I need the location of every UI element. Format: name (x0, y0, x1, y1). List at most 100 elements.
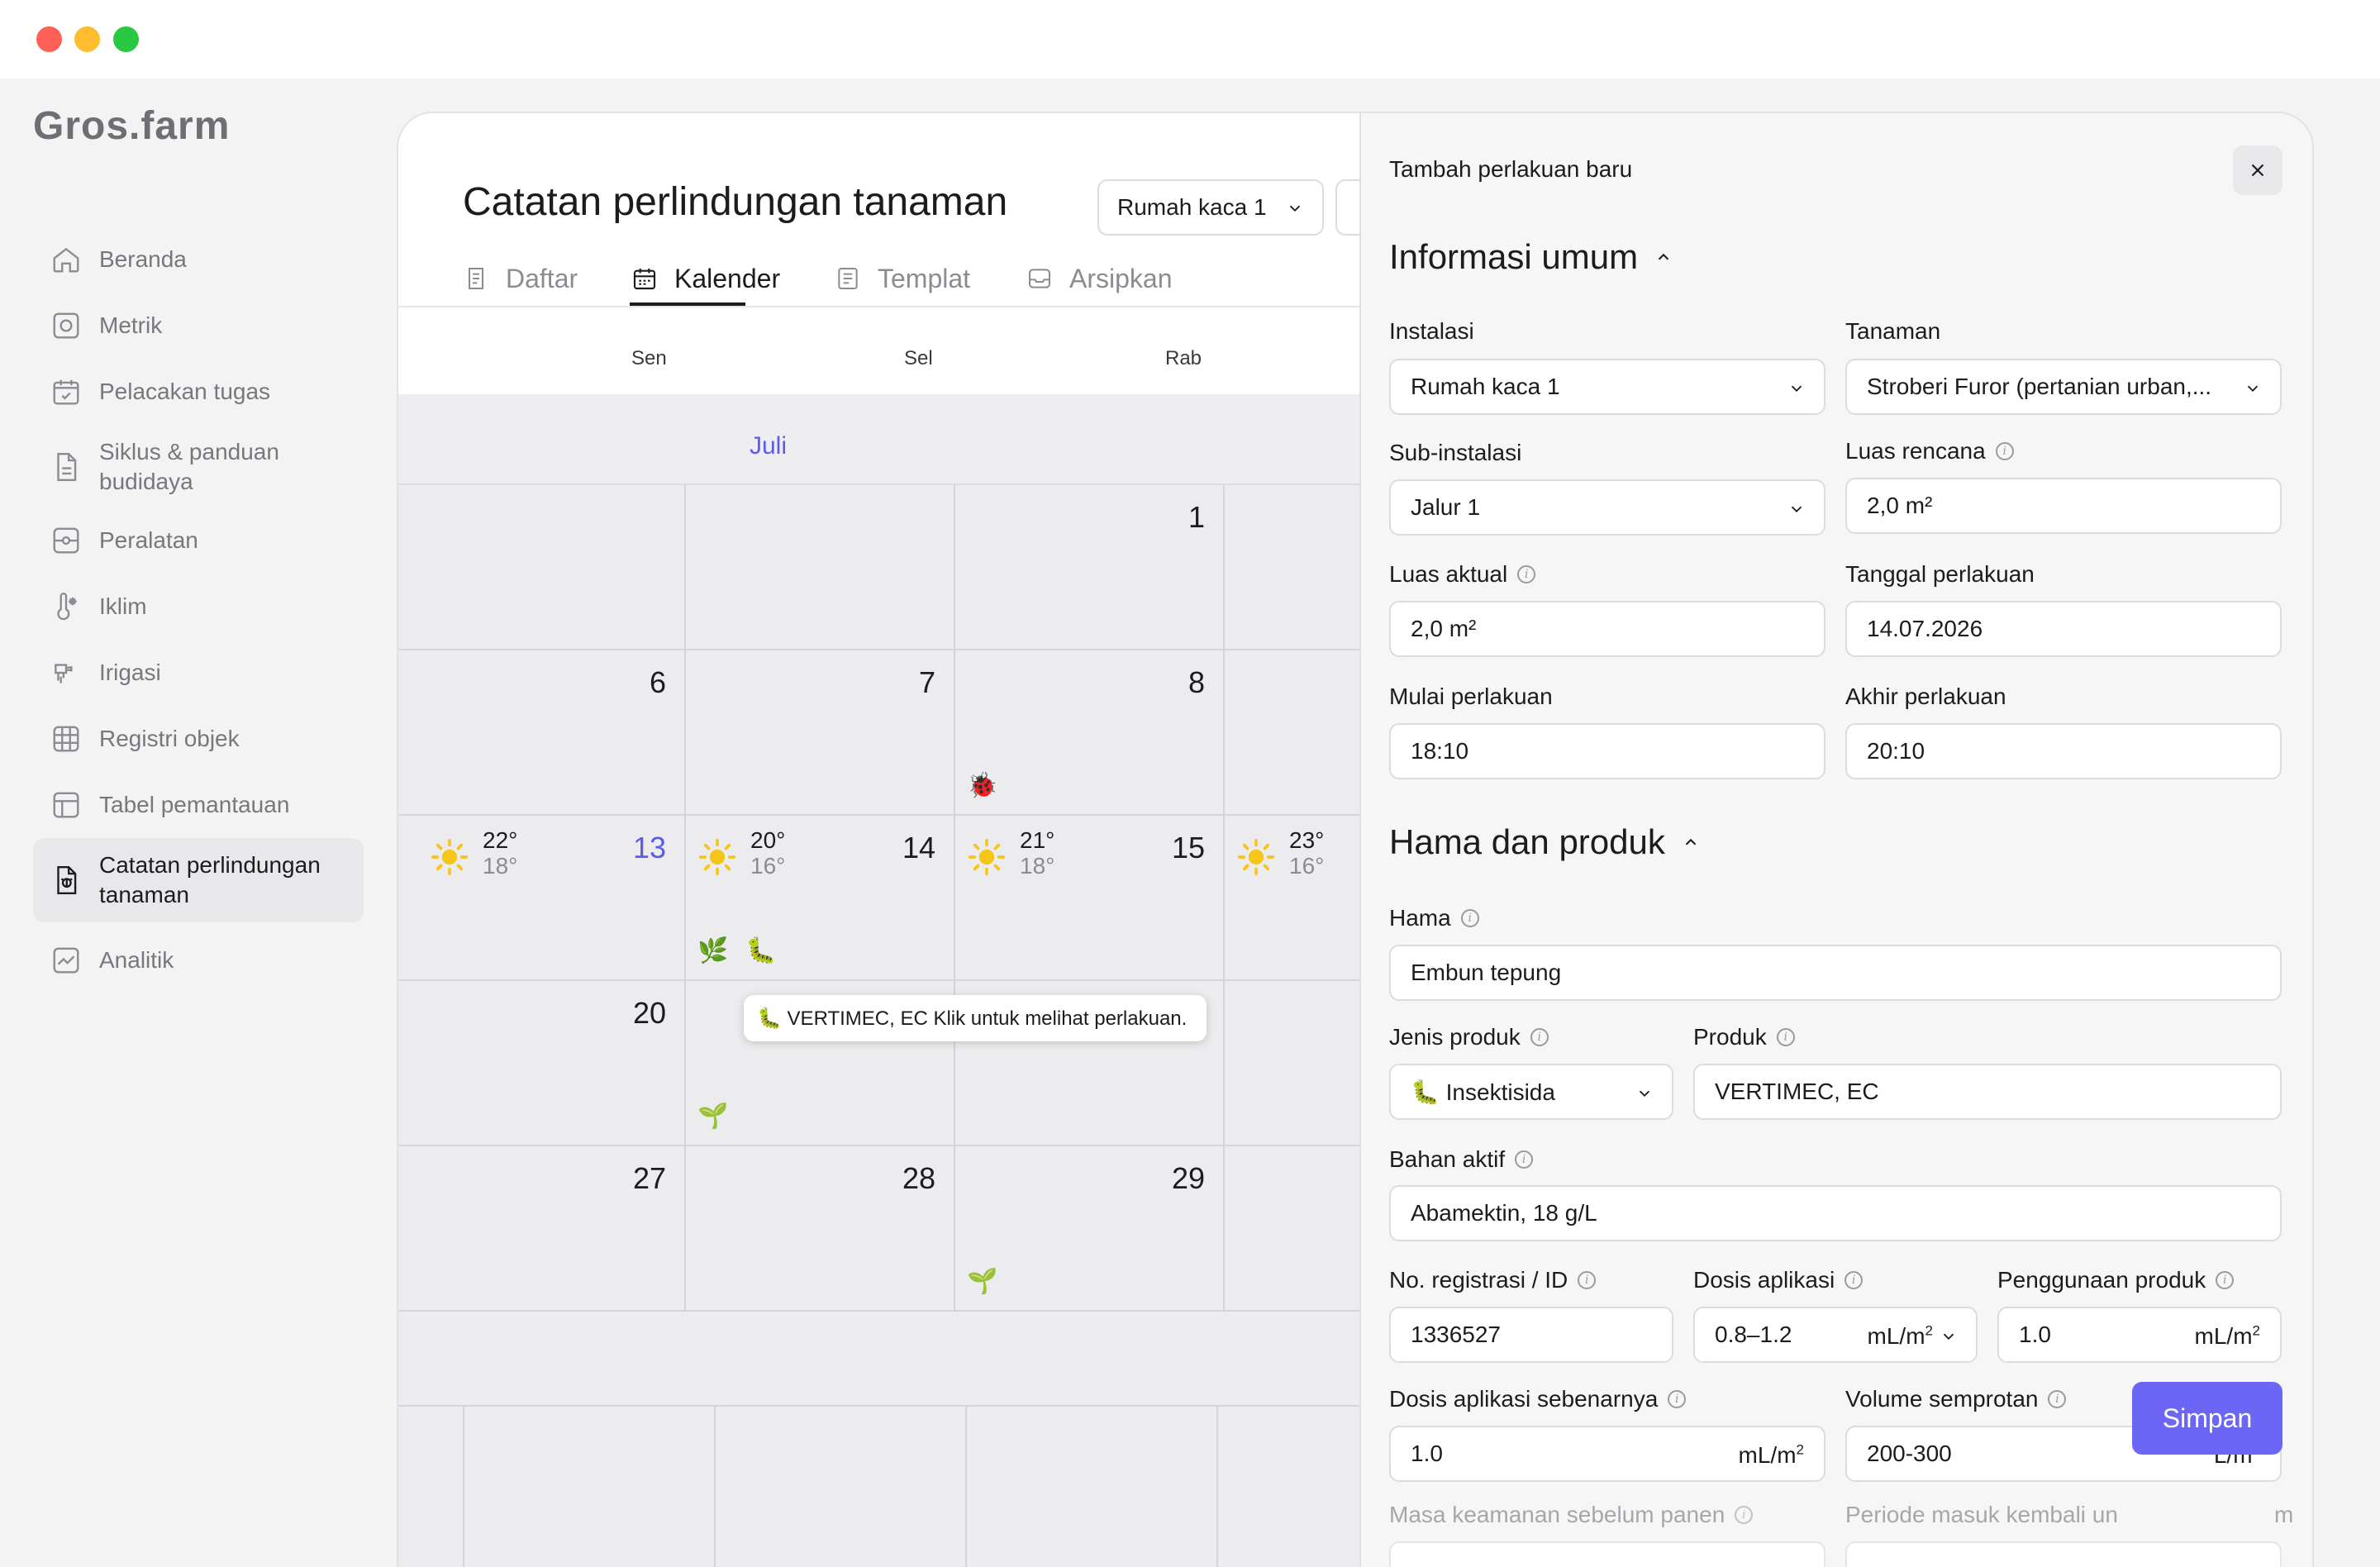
calendar-cell[interactable]: 20 (398, 981, 686, 1146)
reentry-input[interactable] (1845, 1541, 2282, 1567)
calendar-cell[interactable]: 27 (398, 1146, 686, 1312)
calendar-cell[interactable]: 22° 18° 13 (398, 816, 686, 981)
temp-high: 22° (483, 827, 518, 853)
sidebar-item-registri-objek[interactable]: Registri objek (33, 716, 364, 762)
tab-label: Arsipkan (1069, 263, 1173, 293)
sidebar-item-metrik[interactable]: Metrik (33, 302, 364, 349)
date-number: 1 (1188, 500, 1205, 534)
product-type-select[interactable]: 🐛 Insektisida (1389, 1064, 1673, 1120)
section-title: Hama dan produk (1389, 822, 1665, 861)
calendar-cell[interactable] (1225, 485, 1359, 650)
maximize-window-button[interactable] (113, 26, 139, 52)
dose-unit-select[interactable]: mL/m2 (1868, 1323, 1933, 1350)
info-icon[interactable]: i (1515, 1150, 1534, 1169)
brand-logo[interactable]: Gros.farm (33, 103, 230, 149)
sidebar-item-pelacakan-tugas[interactable]: Pelacakan tugas (33, 369, 364, 415)
calendar-cell[interactable]: 28 (686, 1146, 955, 1312)
calendar-cell[interactable]: 1 (955, 485, 1225, 650)
sidebar-item-beranda[interactable]: Beranda (33, 236, 364, 283)
day-header: Rab (1165, 347, 1202, 369)
tab-daftar[interactable]: Daftar (463, 258, 578, 299)
info-icon[interactable]: i (1844, 1271, 1864, 1289)
preharvest-input[interactable] (1389, 1541, 1825, 1567)
calendar-cell[interactable] (398, 485, 686, 650)
product-type-label: Jenis produk i (1389, 1024, 1549, 1050)
info-icon[interactable]: i (1735, 1506, 1754, 1524)
seedling-event-icon[interactable]: 🌱 (967, 1267, 997, 1297)
caterpillar-event-icon[interactable]: 🐛 (745, 936, 776, 966)
date-number: 29 (1171, 1161, 1205, 1195)
analytics-icon (50, 944, 83, 977)
sidebar-item-analitik[interactable]: Analitik (33, 937, 364, 984)
calendar-cell[interactable] (1225, 981, 1359, 1146)
divider (1216, 1407, 1218, 1567)
dose-input[interactable]: 0.8–1.2 mL/m2 (1693, 1307, 1978, 1363)
planned-area-label-text: Luas rencana (1845, 438, 1986, 464)
save-button[interactable]: Simpan (2132, 1382, 2282, 1455)
active-ingredient-input[interactable]: Abamektin, 18 g/L (1389, 1185, 2282, 1241)
close-button[interactable] (2233, 145, 2282, 195)
chevron-down-icon (2247, 385, 2259, 393)
minimize-window-button[interactable] (74, 26, 100, 52)
tab-templat[interactable]: Templat (835, 258, 970, 299)
plant-select[interactable]: Stroberi Furor (pertanian urban,... (1845, 359, 2282, 415)
info-icon[interactable]: i (1668, 1390, 1687, 1408)
pest-input[interactable]: Embun tepung (1389, 945, 2282, 1001)
close-window-button[interactable] (36, 26, 62, 52)
info-icon[interactable]: i (1530, 1028, 1549, 1046)
tab-arsipkan[interactable]: Arsipkan (1026, 258, 1173, 299)
actual-area-label-text: Luas aktual (1389, 561, 1508, 587)
registration-input[interactable]: 1336527 (1389, 1307, 1673, 1363)
calendar-cell[interactable]: 23° 16° (1225, 816, 1359, 981)
calendar-cell[interactable]: 8 🐞 (955, 650, 1225, 816)
sidebar-item-tabel-pemantauan[interactable]: Tabel pemantauan (33, 782, 364, 828)
header-action-button[interactable] (1335, 179, 1359, 236)
info-icon[interactable]: i (2216, 1271, 2235, 1289)
calendar-cell[interactable]: 20° 16° 14 🌿 🐛 (686, 816, 955, 981)
grid-icon (50, 722, 83, 755)
plant-event-icon[interactable]: 🌿 (697, 936, 728, 966)
installation-select[interactable]: Rumah kaca 1 (1389, 359, 1825, 415)
end-time-value: 20:10 (1867, 738, 1925, 764)
sidebar-item-label: Metrik (99, 312, 163, 338)
sub-installation-select[interactable]: Jalur 1 (1389, 479, 1825, 536)
info-icon[interactable]: i (1776, 1028, 1795, 1046)
usage-input[interactable]: 1.0 mL/m2 (1997, 1307, 2282, 1363)
sidebar-item-peralatan[interactable]: Peralatan (33, 517, 364, 564)
tab-kalender[interactable]: Kalender (631, 258, 780, 299)
treatment-date-input[interactable]: 14.07.2026 (1845, 601, 2282, 657)
sidebar-item-siklus[interactable]: Siklus & panduan budidaya (33, 432, 364, 502)
seedling-event-icon[interactable]: 🌱 (697, 1102, 728, 1131)
sidebar-item-irigasi[interactable]: Irigasi (33, 650, 364, 696)
calendar-cell[interactable]: 29 🌱 (955, 1146, 1225, 1312)
calendar-cell[interactable] (1225, 650, 1359, 816)
calendar-cell[interactable]: 6 (398, 650, 686, 816)
start-time-input[interactable]: 18:10 (1389, 723, 1825, 779)
sidebar-item-catatan-perlindungan[interactable]: Catatan perlindungan tanaman (33, 838, 364, 922)
calendar-cell[interactable]: 7 (686, 650, 955, 816)
archive-icon (1026, 264, 1054, 293)
end-time-input[interactable]: 20:10 (1845, 723, 2282, 779)
calendar-cell[interactable] (1225, 1146, 1359, 1312)
product-input[interactable]: VERTIMEC, EC (1693, 1064, 2282, 1120)
sidebar-item-iklim[interactable]: Iklim (33, 583, 364, 630)
info-icon[interactable]: i (1995, 442, 2014, 460)
actual-dose-input[interactable]: 1.0 mL/m2 (1389, 1426, 1825, 1482)
ladybug-event-icon[interactable]: 🐞 (967, 771, 997, 801)
date-number: 15 (1171, 831, 1205, 864)
actual-dose-label-text: Dosis aplikasi sebenarnya (1389, 1386, 1659, 1412)
calendar-cell[interactable] (686, 485, 955, 650)
info-icon[interactable]: i (1578, 1271, 1597, 1289)
calendar-cell[interactable]: 21° 18° 15 (955, 816, 1225, 981)
info-icon[interactable]: i (1517, 565, 1536, 583)
info-icon[interactable]: i (2048, 1390, 2067, 1408)
drawer-title: Tambah perlakuan baru (1389, 156, 1633, 182)
planned-area-input[interactable]: 2,0 m² (1845, 478, 2282, 534)
section-title: Informasi umum (1389, 237, 1639, 276)
task-icon (50, 375, 83, 408)
section-pests-toggle[interactable]: Hama dan produk (1389, 822, 1700, 862)
section-general-toggle[interactable]: Informasi umum (1389, 237, 1673, 277)
actual-area-input[interactable]: 2,0 m² (1389, 601, 1825, 657)
location-select[interactable]: Rumah kaca 1 (1097, 179, 1324, 236)
info-icon[interactable]: i (1460, 909, 1479, 927)
